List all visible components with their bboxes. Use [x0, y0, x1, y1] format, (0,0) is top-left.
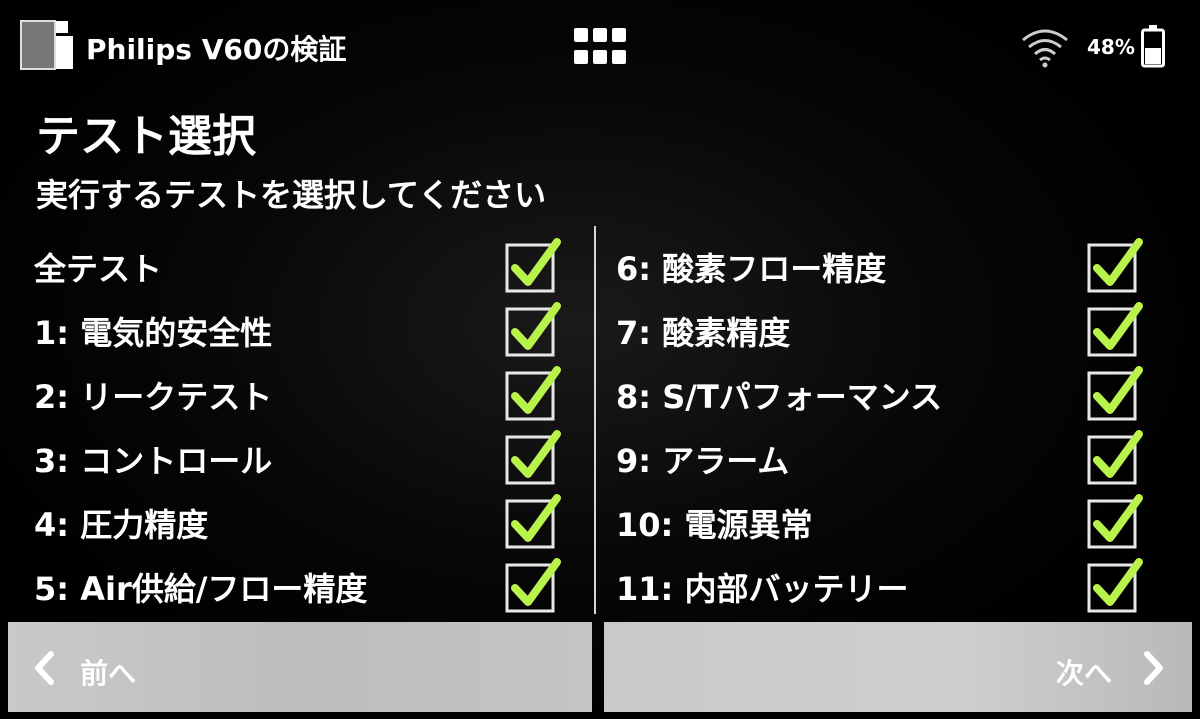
test-row-9[interactable]: 9: アラーム: [616, 424, 1156, 488]
test-row-all[interactable]: 全テスト: [34, 232, 574, 296]
test-label: 9: アラーム: [616, 442, 790, 480]
app-icon: [20, 20, 73, 70]
status-bar: Philips V60の検証 48%: [0, 0, 1200, 92]
test-row-4[interactable]: 4: 圧力精度: [34, 488, 574, 552]
test-label: 4: 圧力精度: [34, 506, 209, 544]
battery-icon: [1141, 25, 1165, 68]
checkbox-checked-icon[interactable]: [504, 300, 562, 358]
test-label: 8: S/Tパフォーマンス: [616, 378, 943, 416]
app-title: Philips V60の検証: [86, 33, 347, 66]
test-row-3[interactable]: 3: コントロール: [34, 424, 574, 488]
test-label: 全テスト: [34, 250, 163, 288]
test-row-11[interactable]: 11: 内部バッテリー: [616, 552, 1156, 616]
checkbox-checked-icon[interactable]: [504, 492, 562, 550]
test-row-7[interactable]: 7: 酸素精度: [616, 296, 1156, 360]
test-label: 7: 酸素精度: [616, 314, 791, 352]
test-label: 5: Air供給/フロー精度: [34, 570, 368, 608]
checkbox-checked-icon[interactable]: [1086, 492, 1144, 550]
test-row-8[interactable]: 8: S/Tパフォーマンス: [616, 360, 1156, 424]
checkbox-checked-icon[interactable]: [1086, 556, 1144, 614]
checkbox-checked-icon[interactable]: [504, 236, 562, 294]
wifi-icon: [1022, 29, 1068, 68]
test-row-5[interactable]: 5: Air供給/フロー精度: [34, 552, 574, 616]
checkbox-checked-icon[interactable]: [504, 364, 562, 422]
test-label: 6: 酸素フロー精度: [616, 250, 887, 288]
chevron-right-icon: [1144, 651, 1163, 685]
checkbox-checked-icon[interactable]: [504, 428, 562, 486]
test-label: 11: 内部バッテリー: [616, 570, 909, 608]
next-button[interactable]: 次へ: [604, 622, 1192, 712]
chevron-left-icon: [35, 651, 54, 685]
prev-button[interactable]: 前へ: [8, 622, 592, 712]
screen: Philips V60の検証 48% テスト選択 実行するテストを選択してくださ…: [0, 0, 1200, 719]
test-label: 10: 電源異常: [616, 506, 813, 544]
checkbox-checked-icon[interactable]: [1086, 428, 1144, 486]
test-row-2[interactable]: 2: リークテスト: [34, 360, 574, 424]
instruction-text: 実行するテストを選択してください: [36, 176, 547, 214]
test-row-1[interactable]: 1: 電気的安全性: [34, 296, 574, 360]
checkbox-checked-icon[interactable]: [1086, 300, 1144, 358]
checkbox-checked-icon[interactable]: [1086, 364, 1144, 422]
next-button-label: 次へ: [1056, 657, 1113, 690]
test-label: 2: リークテスト: [34, 378, 273, 416]
test-label: 1: 電気的安全性: [34, 314, 273, 352]
prev-button-label: 前へ: [80, 657, 137, 690]
column-divider: [594, 226, 596, 614]
checkbox-checked-icon[interactable]: [1086, 236, 1144, 294]
test-row-6[interactable]: 6: 酸素フロー精度: [616, 232, 1156, 296]
battery-fill: [1145, 48, 1161, 64]
test-list-right: 6: 酸素フロー精度 7: 酸素精度 8: S/Tパフォーマンス 9: アラーム…: [616, 232, 1156, 616]
checkbox-checked-icon[interactable]: [504, 556, 562, 614]
grid-menu-icon[interactable]: [574, 28, 626, 66]
battery-percent: 48%: [1087, 35, 1135, 59]
test-list-left: 全テスト 1: 電気的安全性 2: リークテスト 3: コントロール 4: 圧力…: [34, 232, 574, 616]
page-title: テスト選択: [36, 111, 256, 162]
test-label: 3: コントロール: [34, 442, 273, 480]
test-row-10[interactable]: 10: 電源異常: [616, 488, 1156, 552]
